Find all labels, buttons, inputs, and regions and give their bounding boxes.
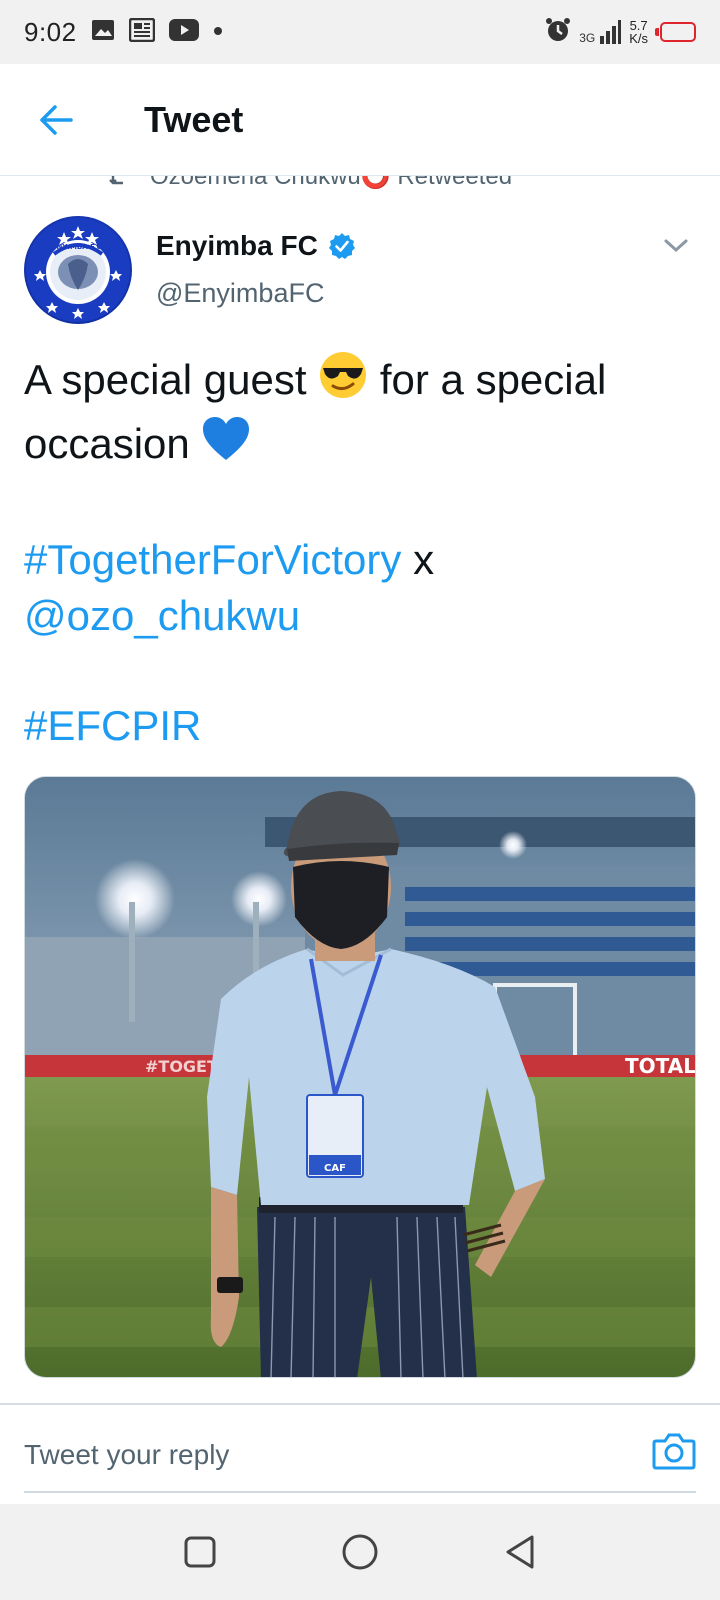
photo-content: #TOGETHER TOTAL CAF	[25, 777, 696, 1377]
youtube-icon	[168, 18, 199, 46]
arrow-left-icon	[40, 104, 73, 135]
chevron-down-icon	[664, 239, 688, 253]
blue-heart-emoji-icon	[201, 414, 251, 478]
signal-icon: 3G	[579, 20, 622, 45]
reply-bar	[0, 1403, 720, 1503]
mention-link[interactable]: @ozo_chukwu	[24, 592, 300, 639]
author-name[interactable]: Enyimba FC	[156, 230, 356, 262]
status-system-icons: 3G 5.7 K/s	[545, 17, 696, 48]
back-triangle-icon	[506, 1535, 534, 1569]
tweet-body: A special guest for a special occasion #…	[24, 350, 696, 754]
tweet-text-part: A special guest	[24, 356, 307, 403]
system-nav-bar	[0, 1504, 720, 1600]
status-notification-icons	[91, 17, 223, 47]
home-button[interactable]	[330, 1522, 390, 1582]
stadium-banner-right: TOTAL	[625, 1054, 696, 1078]
net-speed: 5.7 K/s	[629, 19, 648, 45]
tweet-line-1: A special guest for a special	[24, 350, 696, 414]
reply-underline	[24, 1491, 696, 1493]
badge-label: CAF	[324, 1163, 346, 1174]
tweet-line-3: #TogetherForVictory x	[24, 532, 696, 588]
camera-button[interactable]	[652, 1431, 696, 1475]
tweet-menu-button[interactable]	[656, 226, 696, 266]
tweet-connector: x	[413, 536, 435, 583]
back-button[interactable]	[0, 64, 112, 176]
camera-icon	[652, 1433, 696, 1470]
verified-badge-icon	[328, 233, 355, 259]
tweet-header: ENYIMBA F.C. Enyimba FC @EnyimbaFC	[24, 216, 696, 326]
tweet-line-2: occasion	[24, 414, 696, 478]
author-handle[interactable]: @EnyimbaFC	[156, 278, 324, 309]
enyimba-logo-icon: ENYIMBA F.C.	[26, 218, 130, 322]
home-circle-icon	[342, 1534, 378, 1570]
top-app-bar: Tweet	[0, 64, 720, 176]
hashtag-link[interactable]: #EFCPIR	[24, 702, 201, 749]
recents-button[interactable]	[170, 1522, 230, 1582]
image-icon	[91, 19, 115, 46]
back-nav-button[interactable]	[490, 1522, 550, 1582]
tweet-line-5: #EFCPIR	[24, 698, 696, 754]
network-type-label: 3G	[579, 31, 596, 45]
status-time: 9:02	[24, 16, 77, 47]
dot-icon	[213, 23, 223, 41]
retweet-icon	[109, 176, 123, 184]
battery-icon	[655, 22, 696, 42]
page-title: Tweet	[144, 98, 244, 140]
hashtag-link[interactable]: #TogetherForVictory	[24, 536, 401, 583]
tweet-media-photo[interactable]: #TOGETHER TOTAL CAF	[24, 776, 696, 1378]
net-speed-unit: K/s	[629, 31, 648, 46]
reply-input[interactable]	[24, 1427, 604, 1483]
recents-square-icon	[184, 1536, 216, 1568]
avatar[interactable]: ENYIMBA F.C.	[24, 216, 132, 324]
tweet-text-part: occasion	[24, 420, 190, 467]
news-icon	[128, 17, 155, 47]
sunglasses-emoji-icon	[318, 350, 368, 414]
retweet-label[interactable]: Ozoemena Chukwu⭕ Retweeted	[150, 176, 512, 191]
author-name-text: Enyimba FC	[156, 230, 318, 261]
retweet-context: Ozoemena Chukwu⭕ Retweeted	[0, 176, 720, 198]
alarm-icon	[545, 17, 571, 48]
status-bar: 9:02 3G 5.7 K/s	[0, 0, 720, 64]
tweet-text-part: for a special	[379, 356, 607, 403]
tweet-line-4: @ozo_chukwu	[24, 588, 696, 644]
